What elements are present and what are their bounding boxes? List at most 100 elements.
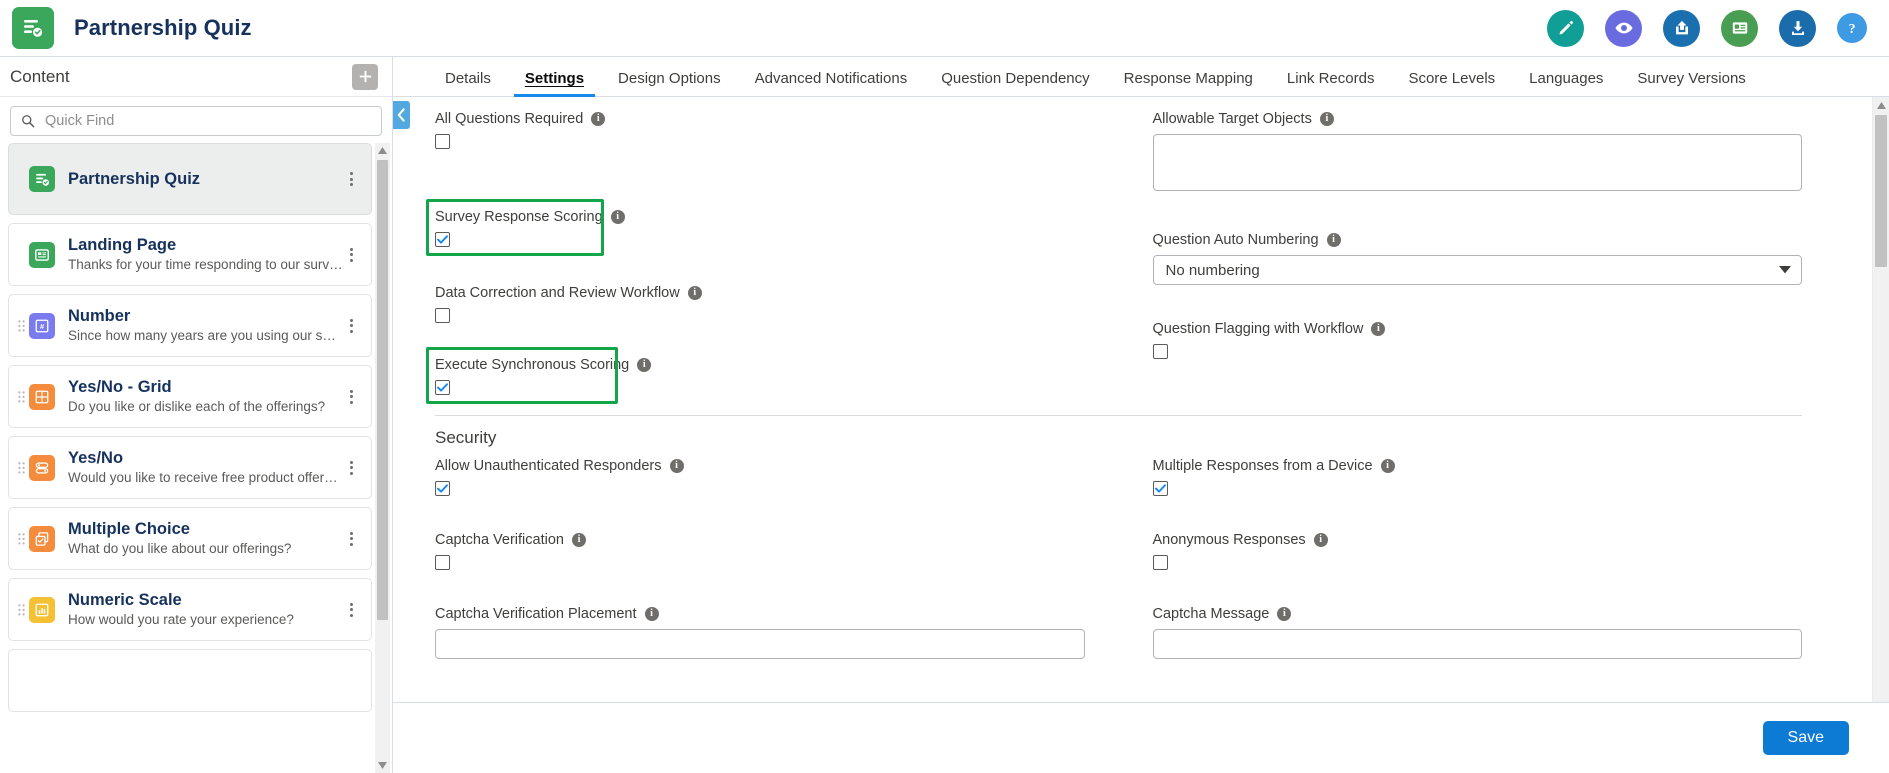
settings-grid-security: Allow Unauthenticated Responders i Captc…	[435, 458, 1802, 669]
info-icon[interactable]: i	[669, 459, 684, 473]
field-label: Multiple Responses from a Device	[1152, 458, 1373, 474]
question-auto-numbering-select[interactable]: No numbering	[1152, 255, 1802, 285]
info-icon[interactable]: i	[637, 358, 652, 372]
app-window: Partnership Quiz ? Content Quick Find Pa…	[0, 0, 1889, 773]
list-item-menu-icon[interactable]	[343, 460, 359, 475]
list-item-text: Yes/No - Grid Do you like or dislike eac…	[68, 377, 343, 417]
data-correction-review-workflow-checkbox[interactable]	[435, 308, 450, 323]
quick-find-box[interactable]	[10, 106, 382, 136]
list-item[interactable]	[8, 649, 372, 712]
drag-handle-icon[interactable]	[15, 461, 27, 474]
list-item[interactable]: Multiple Choice What do you like about o…	[8, 507, 372, 570]
selected-value: No numbering	[1165, 261, 1260, 279]
info-icon[interactable]: i	[1319, 112, 1334, 126]
settings-right-column: Allowable Target Objects i Question Auto…	[1152, 111, 1803, 407]
scroll-up-icon[interactable]	[1873, 97, 1889, 113]
multiple-responses-from-device-checkbox[interactable]	[1152, 481, 1168, 496]
info-icon[interactable]: i	[644, 607, 659, 621]
info-icon[interactable]: i	[1313, 533, 1328, 547]
list-item-subtitle: What do you like about our offerings?	[68, 541, 292, 557]
captcha-verification-placement-input[interactable]	[435, 629, 1085, 659]
info-icon[interactable]: i	[1371, 322, 1386, 336]
question-flagging-with-workflow-checkbox[interactable]	[1152, 344, 1168, 359]
tab-survey-versions[interactable]: Survey Versions	[1620, 70, 1762, 96]
field-allowable-target-objects: Allowable Target Objects i	[1152, 111, 1802, 196]
list-item-menu-icon[interactable]	[343, 172, 359, 186]
tab-languages[interactable]: Languages	[1512, 70, 1620, 96]
list-item-subtitle: Do you like or dislike each of the offer…	[68, 399, 326, 415]
record-card-icon[interactable]	[1721, 9, 1758, 47]
anonymous-responses-checkbox[interactable]	[1152, 555, 1168, 570]
edit-icon[interactable]	[1547, 9, 1584, 47]
info-icon[interactable]: i	[610, 210, 625, 224]
info-icon[interactable]: i	[687, 286, 702, 300]
list-item-menu-icon[interactable]	[343, 531, 359, 546]
list-item[interactable]: # Number Since how many years are you us…	[8, 294, 372, 357]
list-item-title: Numeric Scale	[68, 590, 182, 609]
allow-unauthenticated-responders-checkbox[interactable]	[435, 481, 450, 496]
execute-synchronous-scoring-checkbox[interactable]	[435, 380, 450, 395]
field-question-flagging-with-workflow: Question Flagging with Workflow i	[1152, 321, 1803, 359]
sidebar-collapse-button[interactable]	[393, 101, 410, 129]
tab-score-levels[interactable]: Score Levels	[1391, 70, 1512, 96]
add-content-button[interactable]	[352, 63, 378, 90]
list-item[interactable]: Yes/No - Grid Do you like or dislike eac…	[8, 365, 372, 428]
list-item-text: Partnership Quiz	[68, 169, 343, 190]
info-icon[interactable]: i	[571, 533, 586, 547]
info-icon[interactable]: i	[1277, 607, 1292, 621]
allowable-target-objects-textarea[interactable]	[1152, 134, 1802, 191]
survey-response-scoring-checkbox[interactable]	[435, 232, 450, 247]
list-item[interactable]: Numeric Scale How would you rate your ex…	[8, 578, 372, 641]
content-list[interactable]: Partnership Quiz Landing Page Thanks for…	[0, 143, 392, 773]
drag-handle-icon[interactable]	[15, 390, 27, 403]
settings-scroll-thumb[interactable]	[1875, 115, 1887, 267]
settings-scrollbar[interactable]	[1872, 97, 1889, 702]
info-icon[interactable]: i	[1380, 459, 1395, 473]
drag-handle-icon[interactable]	[15, 319, 27, 332]
scroll-up-icon[interactable]	[375, 143, 390, 158]
share-icon[interactable]	[1663, 9, 1700, 47]
list-item[interactable]: Yes/No Would you like to receive free pr…	[8, 436, 372, 499]
tab-advanced-notifications[interactable]: Advanced Notifications	[738, 70, 925, 96]
tab-response-mapping[interactable]: Response Mapping	[1107, 70, 1270, 96]
download-icon[interactable]	[1779, 9, 1816, 47]
quick-find-wrapper	[0, 97, 392, 143]
drag-handle-icon[interactable]	[15, 532, 27, 545]
tab-details[interactable]: Details	[428, 70, 508, 96]
list-item[interactable]: Landing Page Thanks for your time respon…	[8, 223, 372, 286]
help-icon[interactable]: ?	[1837, 13, 1867, 43]
captcha-message-input[interactable]	[1152, 629, 1802, 659]
save-button[interactable]: Save	[1762, 721, 1849, 755]
list-item-subtitle: Since how many years are you using our s…	[68, 328, 343, 344]
label-row: Captcha Verification Placement i	[435, 606, 1085, 622]
sidebar-scroll-thumb[interactable]	[377, 160, 388, 620]
list-item-subtitle: How would you rate your experience?	[68, 612, 294, 628]
search-input[interactable]	[43, 112, 371, 130]
field-survey-response-scoring: Survey Response Scoring i	[426, 199, 1085, 259]
list-item-menu-icon[interactable]	[343, 389, 359, 404]
sidebar-scrollbar[interactable]	[375, 143, 390, 773]
info-icon[interactable]: i	[1326, 233, 1341, 247]
info-icon[interactable]: i	[591, 112, 606, 126]
tab-link-records[interactable]: Link Records	[1270, 70, 1392, 96]
chevron-left-icon	[397, 108, 405, 122]
list-item-subtitle: Would you like to receive free product o…	[68, 470, 343, 486]
list-item-menu-icon[interactable]	[343, 318, 359, 333]
top-bar: Partnership Quiz ?	[0, 0, 1889, 57]
list-item-menu-icon[interactable]	[343, 247, 359, 262]
captcha-verification-checkbox[interactable]	[435, 555, 450, 570]
list-item-title: Yes/No - Grid	[68, 377, 172, 396]
all-questions-required-checkbox[interactable]	[435, 134, 450, 149]
tab-design-options[interactable]: Design Options	[601, 70, 738, 96]
list-item-menu-icon[interactable]	[343, 602, 359, 617]
tab-question-dependency[interactable]: Question Dependency	[924, 70, 1106, 96]
preview-eye-icon[interactable]	[1605, 9, 1642, 47]
body-area: Content Quick Find Partnership Quiz Land…	[0, 57, 1889, 773]
list-item[interactable]: Partnership Quiz	[8, 143, 372, 215]
security-right-column: Multiple Responses from a Device i Anony…	[1152, 458, 1802, 669]
drag-handle-icon[interactable]	[15, 603, 27, 616]
field-label: Survey Response Scoring	[435, 209, 603, 225]
scroll-down-icon[interactable]	[375, 758, 390, 773]
tab-settings[interactable]: Settings	[508, 70, 601, 97]
